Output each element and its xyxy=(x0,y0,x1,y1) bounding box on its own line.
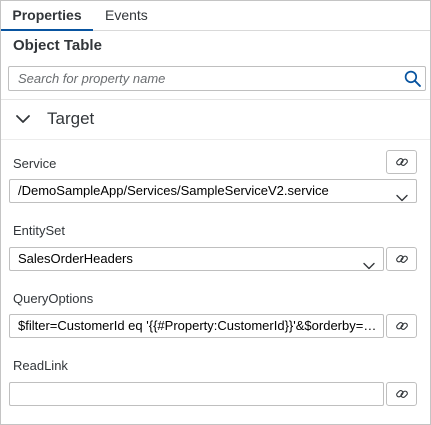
tab-events[interactable]: Events xyxy=(105,1,148,31)
chevron-down-icon xyxy=(15,112,31,124)
search-icon[interactable] xyxy=(404,70,421,87)
readlink-input[interactable] xyxy=(9,382,384,406)
service-select[interactable]: /DemoSampleApp/Services/SampleServiceV2.… xyxy=(9,179,417,203)
entityset-link-button[interactable] xyxy=(386,247,417,271)
queryoptions-link-button[interactable] xyxy=(386,314,417,338)
link-icon xyxy=(396,390,408,398)
entityset-select[interactable]: SalesOrderHeaders xyxy=(9,247,384,271)
link-icon xyxy=(396,158,408,166)
readlink-label: ReadLink xyxy=(13,358,68,373)
queryoptions-input[interactable]: $filter=CustomerId eq '{{#Property:Custo… xyxy=(9,314,384,338)
properties-panel: Properties Events Object Table Target Se… xyxy=(0,0,431,425)
queryoptions-label: QueryOptions xyxy=(13,291,94,306)
link-icon xyxy=(396,322,408,330)
dropdown-arrow-icon xyxy=(363,255,375,270)
link-icon xyxy=(396,255,408,263)
service-link-button[interactable] xyxy=(386,150,417,174)
service-label: Service xyxy=(13,156,57,171)
section-target-label: Target xyxy=(47,109,95,128)
entityset-label: EntitySet xyxy=(13,223,66,238)
panel-title: Object Table xyxy=(13,37,102,54)
search-box xyxy=(8,66,426,91)
dropdown-arrow-icon xyxy=(396,187,408,202)
service-value: /DemoSampleApp/Services/SampleServiceV2.… xyxy=(18,183,329,198)
readlink-link-button[interactable] xyxy=(386,382,417,406)
entityset-value: SalesOrderHeaders xyxy=(18,251,133,266)
section-target-header[interactable]: Target xyxy=(1,100,430,138)
tab-bar: Properties Events xyxy=(1,1,430,31)
tab-properties[interactable]: Properties xyxy=(1,1,93,31)
section-divider xyxy=(1,139,430,140)
search-input[interactable] xyxy=(9,67,399,90)
